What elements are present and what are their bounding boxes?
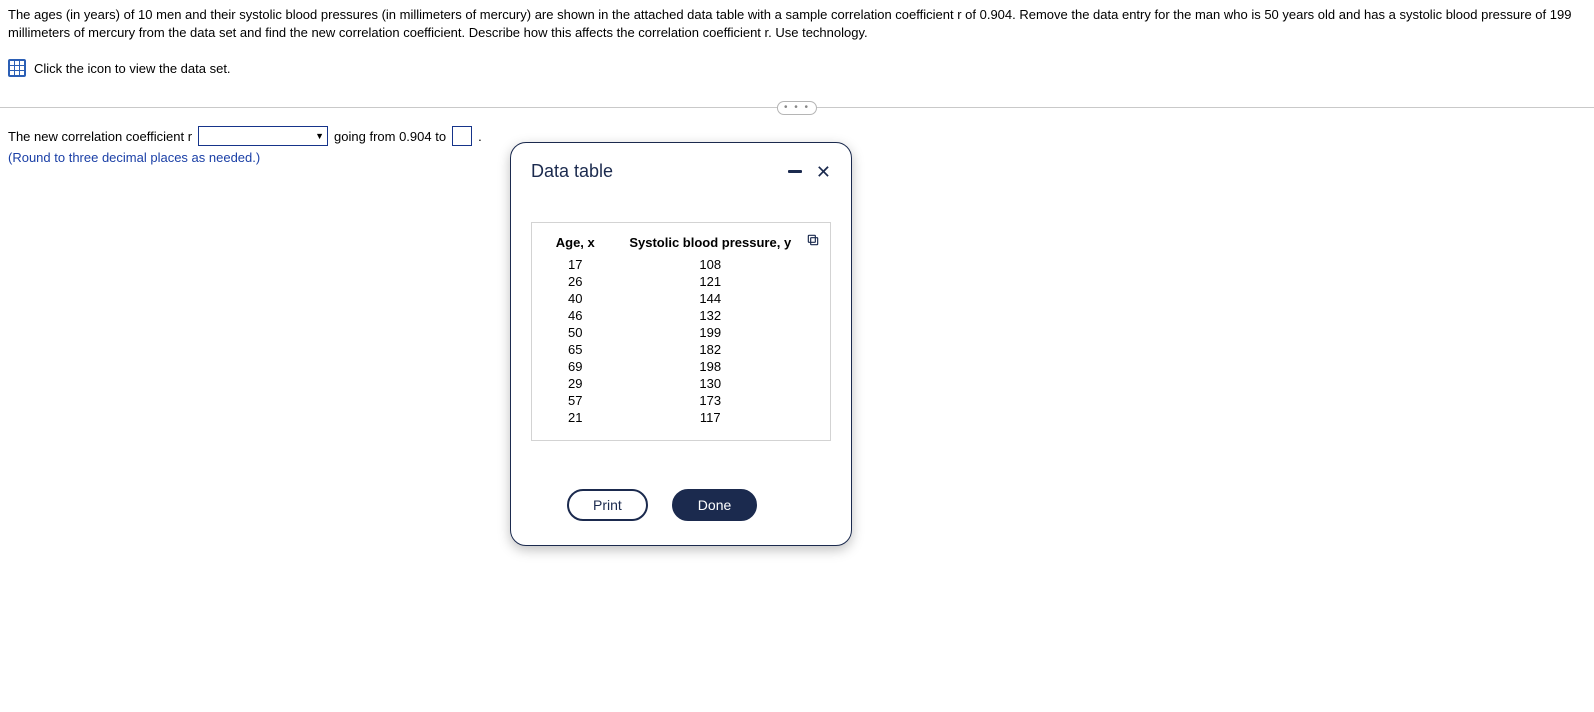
cell-age: 17 [546,256,605,273]
table-row: 57173 [546,392,816,409]
answer-middle: going from 0.904 to [334,129,446,144]
cell-age: 65 [546,341,605,358]
close-icon[interactable]: ✕ [816,163,831,181]
data-table: Age, x Systolic blood pressure, y 17108 … [546,233,816,426]
direction-dropdown-wrap: ▼ [198,126,328,146]
cell-bp: 144 [605,290,816,307]
cell-bp: 121 [605,273,816,290]
data-table-container: Age, x Systolic blood pressure, y 17108 … [531,222,831,441]
question-text: The ages (in years) of 10 men and their … [0,0,1594,45]
cell-bp: 182 [605,341,816,358]
table-row: 65182 [546,341,816,358]
cell-age: 40 [546,290,605,307]
minimize-icon[interactable] [788,170,802,173]
cell-bp: 130 [605,375,816,392]
cell-bp: 198 [605,358,816,375]
dataset-link-row: Click the icon to view the data set. [0,45,1594,83]
data-table-icon[interactable] [8,59,26,77]
cell-age: 69 [546,358,605,375]
table-row: 69198 [546,358,816,375]
data-table-modal: Data table ✕ Age, x Systolic blood press… [510,142,852,546]
print-button[interactable]: Print [567,489,648,521]
col-header-bp: Systolic blood pressure, y [605,233,816,256]
cell-age: 50 [546,324,605,341]
cell-bp: 117 [605,409,816,426]
cell-bp: 108 [605,256,816,273]
done-button[interactable]: Done [672,489,757,521]
direction-dropdown[interactable] [198,126,328,146]
table-row: 50199 [546,324,816,341]
table-row: 21117 [546,409,816,426]
modal-button-row: Print Done [531,489,831,521]
cell-age: 21 [546,409,605,426]
cell-bp: 199 [605,324,816,341]
table-row: 46132 [546,307,816,324]
table-row: 17108 [546,256,816,273]
divider-handle[interactable]: • • • [777,101,817,115]
modal-title: Data table [531,161,613,182]
copy-icon[interactable] [806,233,820,247]
table-header-row: Age, x Systolic blood pressure, y [546,233,816,256]
cell-bp: 132 [605,307,816,324]
col-header-age: Age, x [546,233,605,256]
cell-age: 46 [546,307,605,324]
cell-bp: 173 [605,392,816,409]
dataset-link-text[interactable]: Click the icon to view the data set. [34,61,231,76]
modal-header-actions: ✕ [788,163,831,181]
modal-header: Data table ✕ [531,161,831,182]
cell-age: 26 [546,273,605,290]
new-r-input[interactable] [452,126,472,146]
answer-suffix: . [478,129,482,144]
table-row: 40144 [546,290,816,307]
table-row: 29130 [546,375,816,392]
table-row: 26121 [546,273,816,290]
cell-age: 57 [546,392,605,409]
answer-prefix: The new correlation coefficient r [8,129,192,144]
section-divider: • • • [0,107,1594,108]
cell-age: 29 [546,375,605,392]
